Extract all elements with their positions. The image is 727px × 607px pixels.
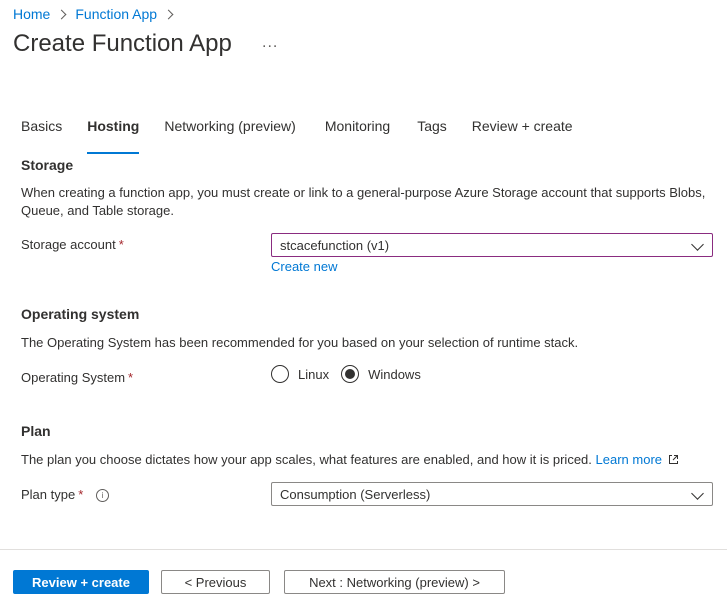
- os-label: Operating System *: [21, 370, 133, 385]
- os-radio-windows[interactable]: [341, 365, 360, 383]
- footer-divider: [0, 549, 727, 550]
- tab-review-create[interactable]: Review + create: [472, 118, 573, 144]
- more-options-icon[interactable]: ...: [262, 34, 278, 52]
- storage-heading: Storage: [21, 157, 74, 173]
- breadcrumb-home-link[interactable]: Home: [13, 6, 50, 22]
- tab-monitoring[interactable]: Monitoring: [325, 118, 390, 144]
- breadcrumb-function-app-link[interactable]: Function App: [75, 6, 157, 22]
- storage-account-select[interactable]: stcacefunction (v1): [271, 233, 713, 257]
- required-marker: *: [128, 370, 134, 385]
- plan-description-row: The plan you choose dictates how your ap…: [21, 451, 679, 469]
- chevron-down-icon: [691, 487, 704, 500]
- learn-more-link[interactable]: Learn more: [596, 452, 679, 467]
- chevron-right-icon: [163, 9, 174, 19]
- storage-account-value: stcacefunction (v1): [280, 237, 390, 253]
- os-heading: Operating system: [21, 306, 140, 322]
- review-create-button[interactable]: Review + create: [13, 570, 149, 594]
- chevron-right-icon: [56, 9, 67, 19]
- os-radio-linux-label[interactable]: Linux: [298, 367, 329, 382]
- tab-hosting[interactable]: Hosting: [87, 118, 140, 154]
- tab-tags[interactable]: Tags: [417, 118, 447, 144]
- os-radio-linux[interactable]: [271, 365, 289, 383]
- next-networking-button[interactable]: Next : Networking (preview) >: [284, 570, 505, 594]
- page-title: Create Function App: [13, 30, 232, 57]
- learn-more-text: Learn more: [595, 452, 663, 467]
- os-radio-windows-label[interactable]: Windows: [368, 367, 421, 382]
- plan-type-select[interactable]: Consumption (Serverless): [271, 482, 713, 506]
- plan-type-label: Plan type * i: [21, 487, 109, 503]
- storage-account-label: Storage account *: [21, 237, 124, 252]
- chevron-down-icon: [691, 238, 704, 251]
- storage-description: When creating a function app, you must c…: [21, 185, 706, 218]
- storage-account-label-text: Storage account: [21, 237, 116, 252]
- os-description: The Operating System has been recommende…: [21, 335, 579, 350]
- breadcrumb: Home Function App: [13, 5, 182, 23]
- required-marker: *: [78, 487, 84, 502]
- os-label-text: Operating System: [21, 370, 126, 385]
- required-marker: *: [118, 237, 124, 252]
- create-new-link[interactable]: Create new: [271, 259, 337, 274]
- plan-type-value: Consumption (Serverless): [280, 486, 431, 502]
- previous-button[interactable]: < Previous: [161, 570, 270, 594]
- os-radio-group: Linux Windows: [271, 365, 421, 383]
- tab-networking[interactable]: Networking (preview): [164, 118, 295, 144]
- external-link-icon: [668, 455, 678, 464]
- tab-basics[interactable]: Basics: [21, 118, 62, 144]
- info-icon[interactable]: i: [95, 489, 109, 503]
- plan-description: The plan you choose dictates how your ap…: [21, 452, 592, 467]
- plan-type-label-text: Plan type: [21, 487, 76, 502]
- tab-bar: Basics Hosting Networking (preview) Moni…: [21, 118, 598, 154]
- plan-heading: Plan: [21, 423, 51, 439]
- radio-selected-dot: [345, 369, 356, 379]
